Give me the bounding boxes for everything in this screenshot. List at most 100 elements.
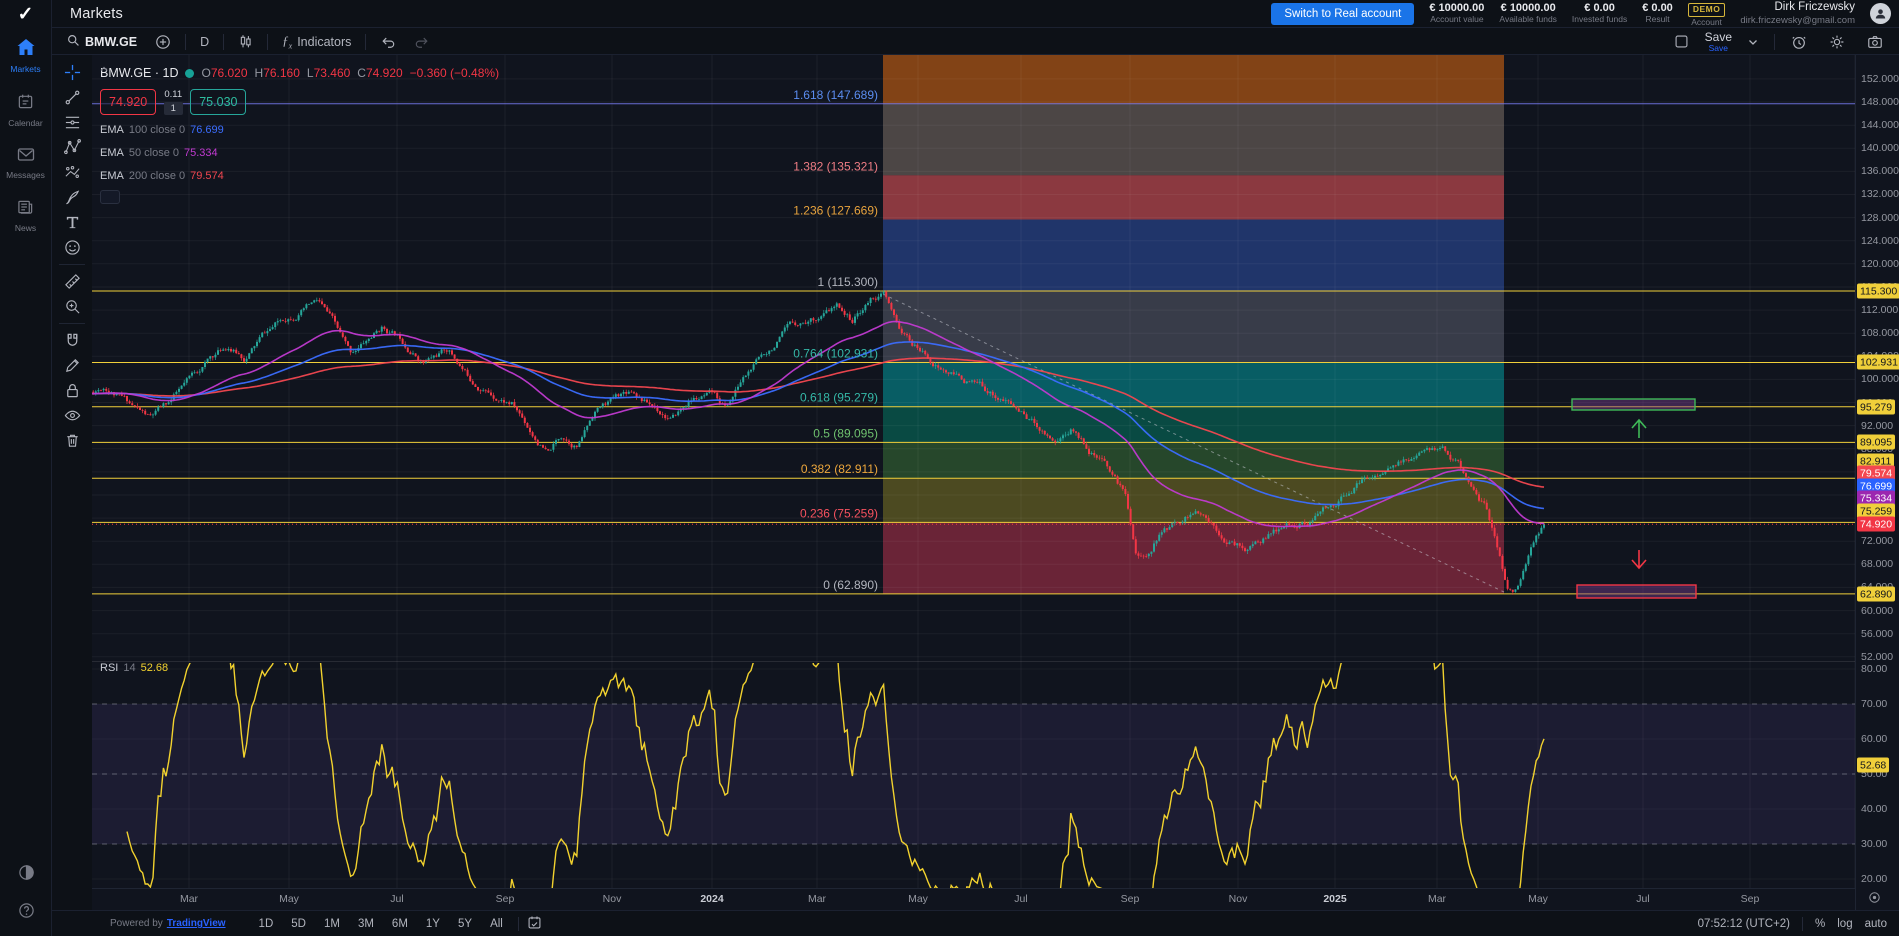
switch-to-real-account-button[interactable]: Switch to Real account <box>1271 3 1414 25</box>
left-nav: ✓ MarketsCalendar Messages News <box>0 0 52 936</box>
range-6m[interactable]: 6M <box>385 916 415 932</box>
user-email: dirk.friczewsky@gmail.com <box>1740 15 1855 26</box>
time-tick: May <box>908 893 928 905</box>
rsi-params: 14 <box>123 662 135 674</box>
save-menu-chevron-down-icon[interactable] <box>1742 35 1764 49</box>
market-status-dot-icon[interactable] <box>185 69 194 78</box>
price-tick: 136.000 <box>1861 165 1899 177</box>
app-logo[interactable]: ✓ <box>0 0 51 28</box>
zoom-in-tool-icon[interactable] <box>56 294 88 319</box>
legend-symbol-interval[interactable]: BMW.GE · 1D <box>100 66 178 80</box>
svg-text:0.382 (82.911): 0.382 (82.911) <box>801 462 878 476</box>
ohlc-c: C74.920 <box>357 66 402 80</box>
go-to-date-calendar-icon[interactable] <box>527 915 542 933</box>
sidebar-item-label: Messages <box>6 170 45 180</box>
forecast-tool-icon[interactable] <box>56 160 88 185</box>
sidebar-item-calendar[interactable]: Calendar <box>0 83 51 137</box>
svg-text:0.236 (75.259): 0.236 (75.259) <box>800 506 878 520</box>
undo-icon[interactable] <box>374 32 402 52</box>
time-tick: Mar <box>180 893 198 905</box>
multichart-layout-icon[interactable] <box>1668 31 1695 52</box>
quantity-chip[interactable]: 1 <box>164 102 183 115</box>
time-tick: Sep <box>496 893 515 905</box>
price-tick: 108.000 <box>1861 327 1899 339</box>
indicator-row-ema-200[interactable]: EMA200 close 079.574 <box>100 167 499 184</box>
range-5y[interactable]: 5Y <box>451 916 479 932</box>
compare-add-symbol-icon[interactable] <box>149 31 177 53</box>
indicators-button[interactable]: ƒx Indicators <box>276 30 357 54</box>
xabcd-pattern-tool-icon[interactable] <box>56 135 88 160</box>
range-3m[interactable]: 3M <box>351 916 381 932</box>
sidebar-item-messages[interactable]: Messages <box>0 137 51 189</box>
axis-settings-icon[interactable] <box>1868 891 1881 909</box>
time-tick: Mar <box>808 893 826 905</box>
price-axis[interactable]: 152.000148.000144.000140.000136.000132.0… <box>1855 55 1899 910</box>
buy-button[interactable]: 75.030 <box>190 89 246 115</box>
time-tick: Nov <box>603 893 622 905</box>
chart-plot-area[interactable]: 1.618 (147.689)1.382 (135.321)1.236 (127… <box>92 55 1855 888</box>
screenshot-camera-icon[interactable] <box>1861 31 1889 53</box>
sell-button[interactable]: 74.920 <box>100 89 156 115</box>
tradingview-link[interactable]: TradingView <box>167 918 226 929</box>
indicator-row-ema-50[interactable]: EMA50 close 075.334 <box>100 144 499 161</box>
symbol-search-button[interactable]: BMW.GE <box>60 30 143 53</box>
alert-clock-icon[interactable] <box>1785 31 1813 53</box>
magnet-mode-tool-icon[interactable] <box>56 328 88 353</box>
measure-ruler-tool-icon[interactable] <box>56 269 88 294</box>
text-tool-icon[interactable] <box>56 210 88 235</box>
chart-toolbar: BMW.GE D ƒx Indicators Save Save <box>52 29 1899 55</box>
time-axis[interactable]: MarMayJulSepNov2024MarMayJulSepNov2025Ma… <box>92 888 1855 910</box>
brush-tool-icon[interactable] <box>56 185 88 210</box>
settings-gear-icon[interactable] <box>1823 31 1851 53</box>
crosshair-tool-icon[interactable] <box>56 60 88 85</box>
svg-text:0.764 (102.931): 0.764 (102.931) <box>793 347 878 361</box>
range-all[interactable]: All <box>483 916 510 932</box>
time-tick: Mar <box>1428 893 1446 905</box>
price-tick: 144.000 <box>1861 119 1899 131</box>
svg-text:1.382 (135.321): 1.382 (135.321) <box>793 159 878 173</box>
help-icon[interactable] <box>18 902 35 924</box>
price-label-chip: 52.68 <box>1857 758 1889 773</box>
sidebar-item-news[interactable]: News <box>0 189 51 242</box>
hide-drawings-tool-icon[interactable] <box>56 403 88 428</box>
indicator-row-ema-100[interactable]: EMA100 close 076.699 <box>100 121 499 138</box>
remove-drawings-tool-icon[interactable] <box>56 428 88 453</box>
chart-style-candles-icon[interactable] <box>232 31 259 52</box>
sidebar-item-markets[interactable]: Markets <box>0 28 51 83</box>
time-tick: 2024 <box>700 893 723 905</box>
range-1d[interactable]: 1D <box>252 916 281 932</box>
chart-legend: BMW.GE · 1D O76.020H76.160L73.460C74.920… <box>100 66 499 204</box>
trend-line-tool-icon[interactable] <box>56 85 88 110</box>
log-scale-toggle[interactable]: log <box>1837 918 1852 930</box>
theme-contrast-icon[interactable] <box>18 864 35 886</box>
save-status: Save <box>1709 44 1728 53</box>
clock-timezone[interactable]: 07:52:12 (UTC+2) <box>1698 918 1790 930</box>
ohlc-h: H76.160 <box>255 66 300 80</box>
legend-collapse-chevron-up-icon[interactable] <box>100 190 120 204</box>
drawing-mode-tool-icon[interactable] <box>56 353 88 378</box>
rsi-legend[interactable]: RSI 14 52.68 <box>100 662 168 674</box>
range-1m[interactable]: 1M <box>317 916 347 932</box>
range-1y[interactable]: 1Y <box>419 916 447 932</box>
lock-drawings-tool-icon[interactable] <box>56 378 88 403</box>
redo-icon[interactable] <box>408 32 436 52</box>
auto-scale-toggle[interactable]: auto <box>1865 918 1887 930</box>
user-info: Dirk Friczewsky dirk.friczewsky@gmail.co… <box>1740 1 1855 26</box>
price-tick: 124.000 <box>1861 235 1899 247</box>
rsi-name: RSI <box>100 662 118 674</box>
user-avatar-icon[interactable] <box>1870 3 1891 24</box>
sidebar-item-label: News <box>15 223 36 233</box>
rsi-tick: 80.00 <box>1861 663 1887 675</box>
time-tick: Jul <box>1014 893 1027 905</box>
rsi-tick: 30.00 <box>1861 838 1887 850</box>
percent-scale-toggle[interactable]: % <box>1815 918 1825 930</box>
price-tick: 100.000 <box>1861 373 1899 385</box>
price-label-chip: 74.920 <box>1857 517 1895 532</box>
save-button[interactable]: Save Save <box>1705 31 1732 53</box>
price-tick: 140.000 <box>1861 142 1899 154</box>
range-5d[interactable]: 5D <box>284 916 313 932</box>
ohlc-l: L73.460 <box>307 66 350 80</box>
interval-button[interactable]: D <box>194 32 215 52</box>
fib-retracement-tool-icon[interactable] <box>56 110 88 135</box>
emoji-tool-icon[interactable] <box>56 235 88 260</box>
